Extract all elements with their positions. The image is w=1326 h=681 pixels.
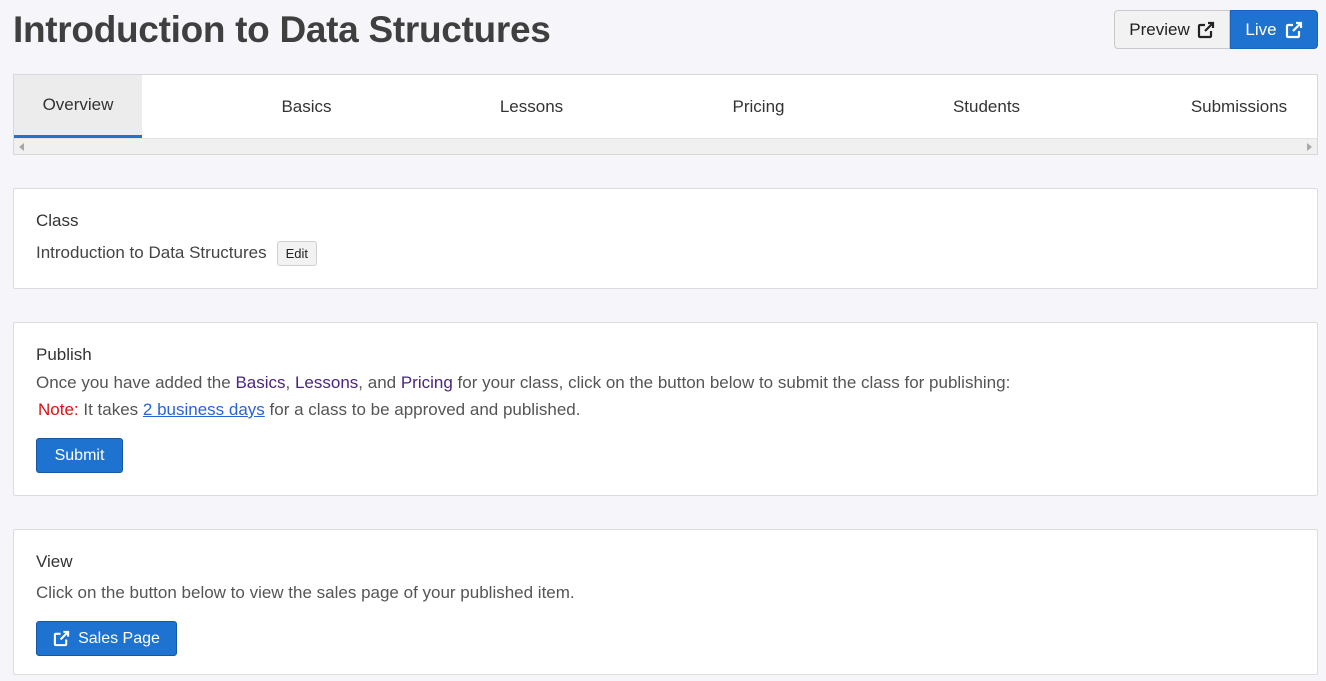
publish-text-suffix: for your class, click on the button belo… — [452, 373, 1011, 392]
class-name: Introduction to Data Structures — [36, 242, 267, 262]
submit-button[interactable]: Submit — [36, 438, 123, 473]
publish-card: Publish Once you have added the Basics, … — [13, 322, 1318, 496]
tab-label: Overview — [42, 95, 114, 114]
scroll-left-arrow-icon[interactable] — [19, 143, 24, 151]
view-card: View Click on the button below to view t… — [13, 529, 1318, 675]
tab-label: Pricing — [732, 96, 785, 116]
class-heading: Class — [36, 211, 79, 230]
edit-class-button[interactable]: Edit — [276, 241, 317, 266]
tab-pricing[interactable]: Pricing — [696, 75, 821, 138]
class-name-row: Introduction to Data Structures Edit — [36, 241, 317, 266]
tab-submissions[interactable]: Submissions — [1174, 75, 1304, 138]
note-text-suffix: for a class to be approved and published… — [264, 400, 581, 419]
view-text: Click on the button below to view the sa… — [36, 583, 575, 602]
class-card: Class Introduction to Data Structures Edi… — [13, 188, 1318, 289]
view-mode-button-group: Preview Live — [1114, 10, 1318, 49]
publish-instructions: Once you have added the Basics, Lessons,… — [36, 373, 1010, 393]
publish-text-prefix: Once you have added the — [36, 373, 236, 392]
tab-students[interactable]: Students — [924, 75, 1049, 138]
tab-label: Lessons — [499, 96, 564, 116]
publish-heading: Publish — [36, 345, 92, 364]
scroll-right-arrow-icon[interactable] — [1307, 143, 1312, 151]
submit-button-label: Submit — [54, 446, 105, 464]
tab-label: Students — [952, 96, 1021, 116]
external-link-icon — [53, 630, 70, 647]
publish-text-sep: , — [285, 373, 295, 392]
tab-strip: Overview Basics Lessons Pricing Students… — [14, 75, 1317, 138]
tab-label: Basics — [281, 96, 332, 116]
basics-link[interactable]: Basics — [235, 373, 285, 392]
business-days-link[interactable]: 2 business days — [143, 400, 265, 419]
tabs-scrollbar[interactable] — [14, 138, 1317, 154]
external-link-icon — [1285, 21, 1303, 39]
publish-note: Note: It takes 2 business days for a cla… — [38, 400, 580, 420]
sales-page-button[interactable]: Sales Page — [36, 621, 177, 656]
pricing-link[interactable]: Pricing — [401, 373, 453, 392]
tabs-container: Overview Basics Lessons Pricing Students… — [13, 74, 1318, 155]
page-title: Introduction to Data Structures — [13, 9, 551, 50]
view-heading: View — [36, 552, 73, 571]
publish-text-sep: , and — [358, 373, 401, 392]
preview-button-label: Preview — [1129, 19, 1190, 39]
tab-lessons[interactable]: Lessons — [469, 75, 594, 138]
live-button[interactable]: Live — [1230, 10, 1318, 49]
sales-page-button-label: Sales Page — [78, 629, 160, 647]
preview-button[interactable]: Preview — [1114, 10, 1230, 49]
tab-overview[interactable]: Overview — [14, 75, 142, 138]
tab-basics[interactable]: Basics — [244, 75, 369, 138]
tab-label: Submissions — [1190, 96, 1288, 116]
external-link-icon — [1197, 21, 1215, 39]
note-label: Note: — [38, 400, 79, 419]
live-button-label: Live — [1245, 19, 1277, 39]
lessons-link[interactable]: Lessons — [295, 373, 358, 392]
note-text-prefix: It takes — [78, 400, 143, 419]
